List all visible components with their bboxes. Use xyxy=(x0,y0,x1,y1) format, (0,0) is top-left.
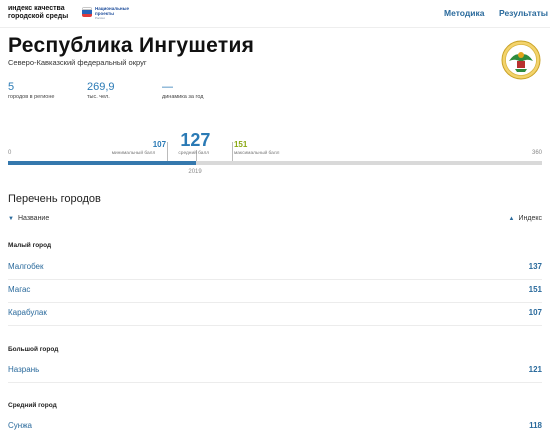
page-title: Республика Ингушетия xyxy=(8,34,255,57)
city-index-value: 107 xyxy=(528,308,542,317)
city-index-value: 151 xyxy=(528,285,542,294)
top-header: индекс качества городской среды Национал… xyxy=(0,0,550,28)
min-score-value: 107 xyxy=(152,140,167,149)
city-name-link[interactable]: Карабулак xyxy=(8,308,47,317)
nav-methodology-link[interactable]: Методика xyxy=(444,8,484,18)
np-logo-line-3: России xyxy=(95,16,105,20)
nav-results-link[interactable]: Результаты xyxy=(499,8,548,18)
stat-dynamics-label: динамика за год xyxy=(162,94,204,100)
stat-population-value: 269,9 xyxy=(87,81,115,93)
min-score-tick xyxy=(166,142,168,161)
stat-population-label: тыс. чел. xyxy=(87,94,110,100)
score-scale: 0 360 107 минимальный балл 127 средний б… xyxy=(8,128,542,178)
city-row[interactable]: Назрань 121 xyxy=(8,360,542,383)
city-index-value: 118 xyxy=(529,421,542,430)
col-name-label: Название xyxy=(17,215,50,222)
city-index-value: 137 xyxy=(528,262,542,271)
avg-score-value: 127 xyxy=(180,130,211,150)
stat-cities-label: городов в регионе xyxy=(8,94,55,100)
group-label-large: Большой город xyxy=(8,346,59,353)
city-row[interactable]: Карабулак 107 xyxy=(8,303,542,326)
sort-by-name-header[interactable]: ▼ Название xyxy=(8,215,49,222)
group-label-small: Малый город xyxy=(8,242,52,249)
avg-score-label: средний балл xyxy=(178,151,210,156)
col-index-label: Индекс xyxy=(518,215,542,222)
triangle-up-icon: ▲ xyxy=(508,215,515,222)
city-row[interactable]: Малгобек 137 xyxy=(8,257,542,280)
city-name-link[interactable]: Назрань xyxy=(8,365,39,374)
stat-cities-value: 5 xyxy=(8,81,15,93)
city-name-link[interactable]: Сунжа xyxy=(8,421,32,430)
city-name-link[interactable]: Малгобек xyxy=(8,262,44,271)
max-score-value: 151 xyxy=(233,140,248,149)
min-score-label: минимальный балл xyxy=(111,151,156,156)
national-projects-logo[interactable]: Национальные проекты России xyxy=(82,6,129,22)
city-row[interactable]: Сунжа 118 xyxy=(8,416,542,437)
coat-of-arms-icon xyxy=(501,40,541,80)
max-score-label: максимальный балл xyxy=(233,151,280,156)
city-index-value: 121 xyxy=(528,365,542,374)
scale-track-fill xyxy=(8,161,197,165)
logo-line-1: индекс качества xyxy=(8,5,65,12)
scale-max-label: 360 xyxy=(531,150,542,156)
scale-min-label: 0 xyxy=(8,150,12,156)
sort-by-index-header[interactable]: ▲ Индекс xyxy=(509,215,542,222)
group-label-medium: Средний город xyxy=(8,402,57,409)
site-logo[interactable]: индекс качества городской среды xyxy=(8,5,68,21)
city-name-link[interactable]: Магас xyxy=(8,285,30,294)
cities-section-title: Перечень городов xyxy=(8,193,101,205)
stat-dynamics-value: — xyxy=(162,81,173,93)
russia-flag-icon xyxy=(82,7,92,17)
logo-line-2: городской среды xyxy=(8,13,69,20)
triangle-down-icon: ▼ xyxy=(8,215,14,222)
max-score-tick xyxy=(231,142,233,161)
year-label: 2019 xyxy=(188,169,202,175)
federal-district-label: Северо-Кавказский федеральный округ xyxy=(8,58,147,67)
city-row[interactable]: Магас 151 xyxy=(8,280,542,303)
